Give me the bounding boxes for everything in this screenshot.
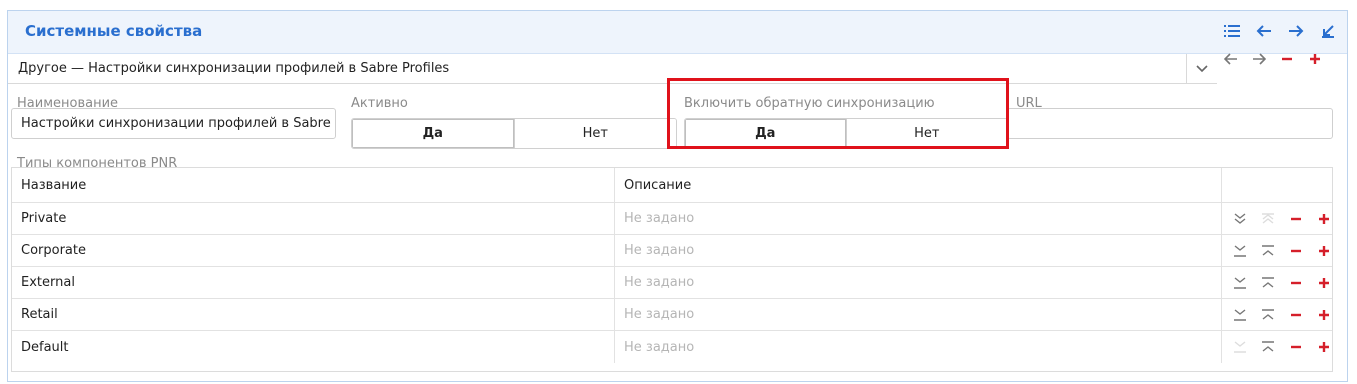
remove-row-icon[interactable] bbox=[1287, 338, 1305, 356]
row-name: External bbox=[12, 267, 615, 298]
add-row-icon[interactable] bbox=[1315, 242, 1333, 260]
add-row-icon[interactable] bbox=[1315, 274, 1333, 292]
arrow-right-icon[interactable] bbox=[1287, 22, 1305, 40]
move-up-icon bbox=[1259, 210, 1277, 228]
highlight-box bbox=[667, 78, 1009, 149]
selector-value: Другое — Настройки синхронизации профиле… bbox=[18, 61, 450, 76]
active-label: Активно bbox=[351, 96, 408, 111]
move-up-icon[interactable] bbox=[1259, 274, 1277, 292]
remove-row-icon[interactable] bbox=[1287, 242, 1305, 260]
table-row[interactable]: External Не задано bbox=[12, 267, 1332, 299]
list-icon[interactable] bbox=[1223, 22, 1241, 40]
url-input[interactable] bbox=[1007, 108, 1333, 139]
table-row[interactable]: Default Не задано bbox=[12, 331, 1332, 363]
chevron-down-icon[interactable] bbox=[1186, 54, 1217, 83]
column-header-actions bbox=[1222, 168, 1332, 202]
active-yes-button[interactable]: Да bbox=[352, 119, 514, 148]
move-down-icon[interactable] bbox=[1231, 306, 1249, 324]
row-description[interactable]: Не задано bbox=[615, 267, 1222, 298]
move-down-icon[interactable] bbox=[1231, 274, 1249, 292]
remove-icon[interactable] bbox=[1278, 50, 1296, 68]
move-down-icon bbox=[1231, 338, 1249, 356]
row-name: Default bbox=[12, 331, 615, 363]
move-up-icon[interactable] bbox=[1259, 338, 1277, 356]
add-row-icon[interactable] bbox=[1315, 338, 1333, 356]
active-toggle: Да Нет bbox=[351, 118, 677, 149]
pnr-types-table: Название Описание Private Не задано Corp… bbox=[11, 167, 1333, 372]
collapse-icon[interactable] bbox=[1319, 22, 1337, 40]
table-row[interactable]: Corporate Не задано bbox=[12, 235, 1332, 267]
row-description[interactable]: Не задано bbox=[615, 203, 1222, 234]
property-selector[interactable]: Другое — Настройки синхронизации профиле… bbox=[8, 54, 1217, 84]
panel-title: Системные свойства bbox=[25, 22, 203, 40]
arrow-left-icon[interactable] bbox=[1255, 22, 1273, 40]
panel-header: Системные свойства bbox=[8, 11, 1347, 54]
table-row[interactable]: Private Не задано bbox=[12, 203, 1332, 235]
add-icon[interactable] bbox=[1306, 50, 1324, 68]
remove-row-icon[interactable] bbox=[1287, 306, 1305, 324]
remove-row-icon[interactable] bbox=[1287, 210, 1305, 228]
add-row-icon[interactable] bbox=[1315, 306, 1333, 324]
table-row[interactable]: Retail Не задано bbox=[12, 299, 1332, 331]
row-name: Private bbox=[12, 203, 615, 234]
add-row-icon[interactable] bbox=[1315, 210, 1333, 228]
move-down-icon[interactable] bbox=[1231, 210, 1249, 228]
move-up-icon[interactable] bbox=[1259, 306, 1277, 324]
row-description[interactable]: Не задано bbox=[615, 235, 1222, 266]
remove-row-icon[interactable] bbox=[1287, 274, 1305, 292]
active-no-button[interactable]: Нет bbox=[513, 119, 676, 148]
row-description[interactable]: Не задано bbox=[615, 299, 1222, 330]
prev-arrow-icon[interactable] bbox=[1222, 50, 1240, 68]
row-name: Corporate bbox=[12, 235, 615, 266]
column-header-name[interactable]: Название bbox=[12, 168, 615, 202]
table-header: Название Описание bbox=[12, 168, 1332, 203]
move-down-icon[interactable] bbox=[1231, 242, 1249, 260]
next-arrow-icon[interactable] bbox=[1250, 50, 1268, 68]
row-name: Retail bbox=[12, 299, 615, 330]
move-up-icon[interactable] bbox=[1259, 242, 1277, 260]
column-header-description[interactable]: Описание bbox=[615, 168, 1222, 202]
name-input[interactable]: Настройки синхронизации профилей в Sabre… bbox=[11, 108, 336, 139]
row-description[interactable]: Не задано bbox=[615, 331, 1222, 363]
